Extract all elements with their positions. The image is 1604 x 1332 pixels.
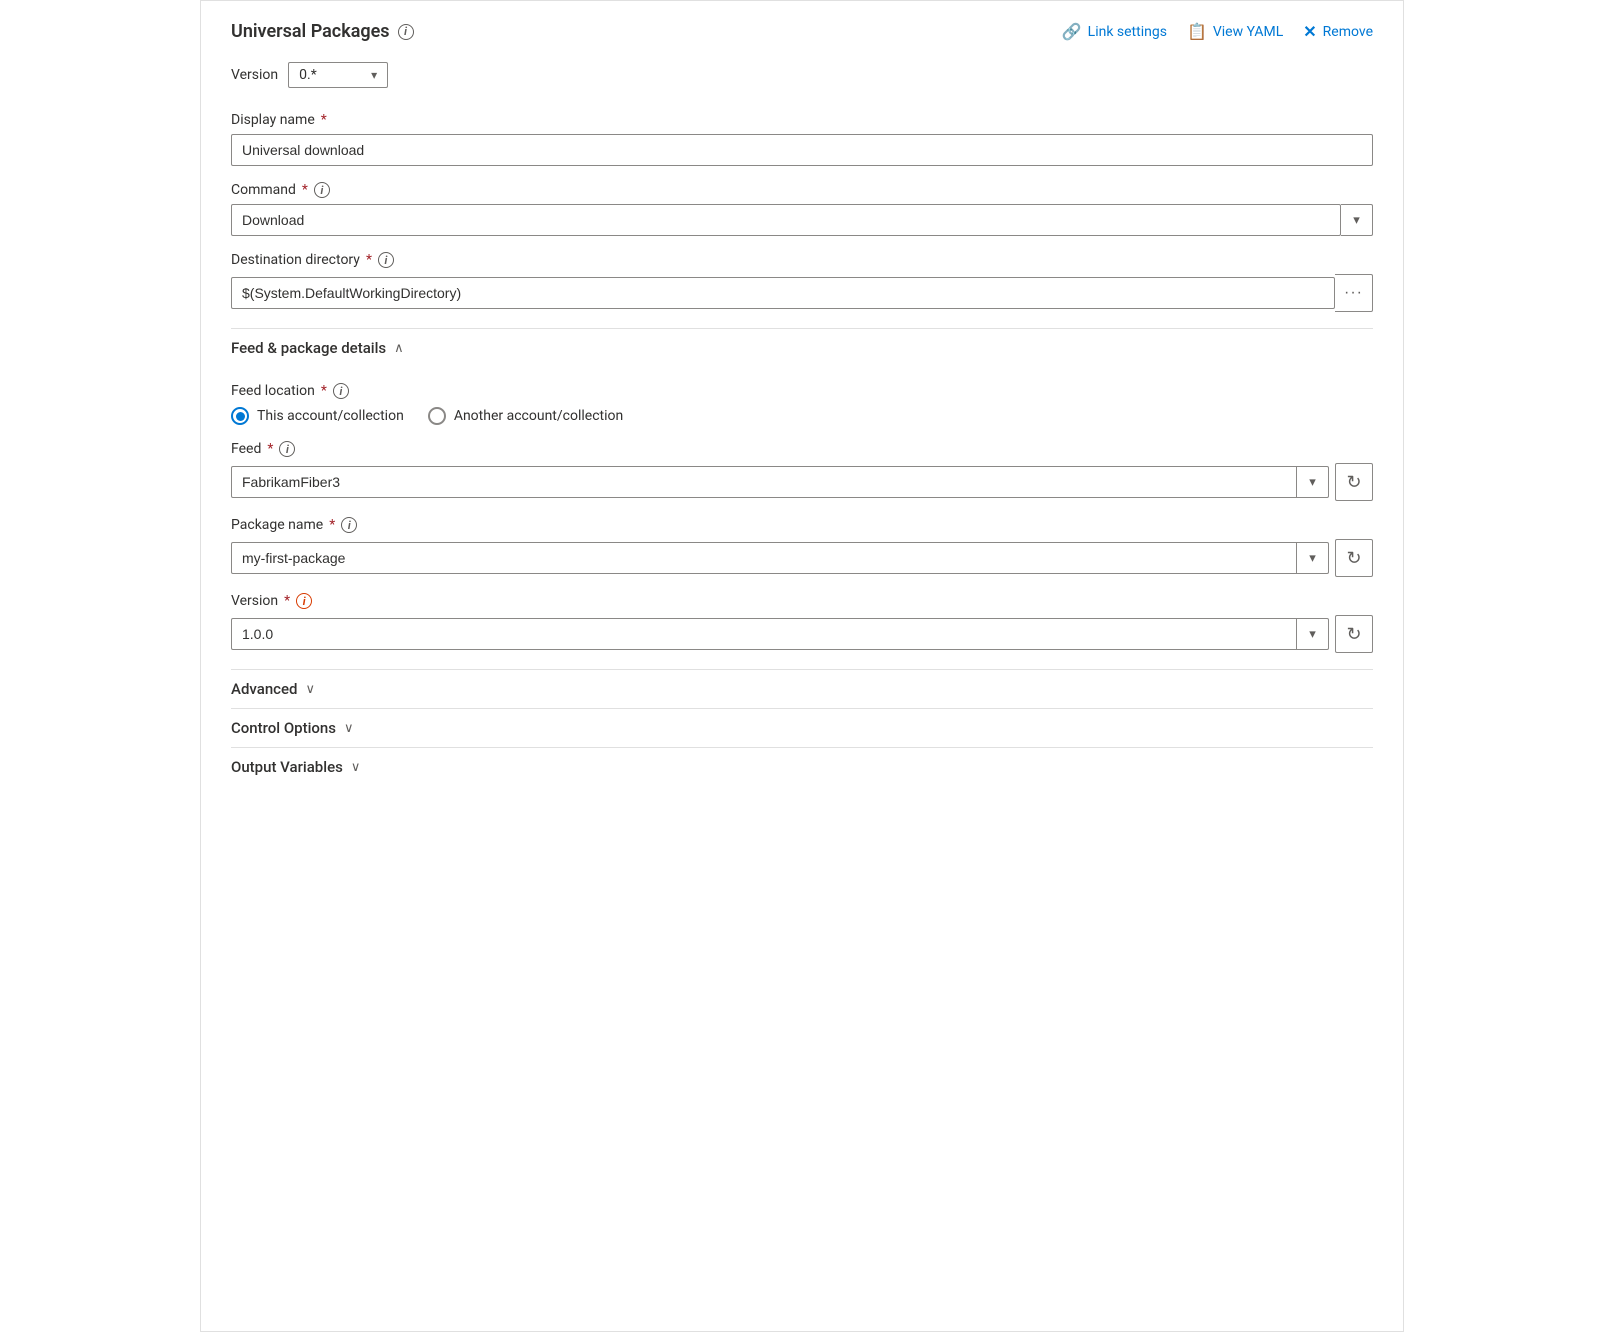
version-chevron-icon: ▾ [371, 68, 377, 82]
header-left: Universal Packages i [231, 21, 414, 42]
link-settings-label: Link settings [1088, 24, 1167, 40]
feed-refresh-button[interactable]: ↻ [1335, 463, 1373, 501]
package-name-select-wrapper: my-first-package ▾ [231, 542, 1329, 574]
remove-label: Remove [1323, 24, 1373, 40]
package-name-select[interactable]: my-first-package [231, 542, 1297, 574]
page-header: Universal Packages i 🔗 Link settings 📋 V… [231, 21, 1373, 42]
feed-location-label: Feed location [231, 383, 315, 399]
control-options-header[interactable]: Control Options ∨ [231, 708, 1373, 747]
output-variables-label: Output Variables [231, 758, 343, 776]
feed-location-radio-group: This account/collection Another account/… [231, 407, 1373, 425]
feed-location-this-account[interactable]: This account/collection [231, 407, 404, 425]
control-options-label: Control Options [231, 719, 336, 737]
feed-select[interactable]: FabrikamFiber3 [231, 466, 1297, 498]
advanced-label: Advanced [231, 680, 297, 698]
version-field-section: Version * i 1.0.0 ▾ ↻ [231, 593, 1373, 653]
version-field-refresh-button[interactable]: ↻ [1335, 615, 1373, 653]
package-name-select-row: my-first-package ▾ ↻ [231, 539, 1373, 577]
display-name-required: * [321, 112, 327, 128]
version-row-label: Version [231, 67, 278, 83]
command-chevron-icon: ▾ [1341, 204, 1373, 236]
feed-package-details-collapse-icon: ∧ [394, 341, 404, 356]
package-name-label-row: Package name * i [231, 517, 1373, 533]
output-variables-collapse-icon: ∨ [351, 760, 361, 775]
feed-select-wrapper: FabrikamFiber3 ▾ [231, 466, 1329, 498]
destination-directory-label: Destination directory [231, 252, 360, 268]
feed-label: Feed [231, 441, 261, 457]
title-info-icon[interactable]: i [398, 24, 414, 40]
version-select-value: 0.* [299, 67, 317, 83]
feed-package-details-header[interactable]: Feed & package details ∧ [231, 328, 1373, 367]
package-name-label: Package name [231, 517, 323, 533]
advanced-header[interactable]: Advanced ∨ [231, 669, 1373, 708]
command-select[interactable]: Download Publish [231, 204, 1341, 236]
remove-button[interactable]: ✕ Remove [1303, 22, 1373, 41]
link-settings-button[interactable]: 🔗 Link settings [1062, 22, 1167, 41]
feed-location-this-account-label: This account/collection [257, 408, 404, 424]
feed-location-info-icon[interactable]: i [333, 383, 349, 399]
advanced-collapse-icon: ∨ [305, 682, 315, 697]
display-name-section: Display name * [231, 112, 1373, 166]
feed-select-chevron-icon: ▾ [1297, 466, 1329, 498]
feed-location-another-account-label: Another account/collection [454, 408, 623, 424]
destination-directory-label-row: Destination directory * i [231, 252, 1373, 268]
destination-directory-section: Destination directory * i ··· [231, 252, 1373, 312]
feed-section: Feed * i FabrikamFiber3 ▾ ↻ [231, 441, 1373, 501]
yaml-icon: 📋 [1187, 22, 1207, 41]
feed-location-section: Feed location * i This account/collectio… [231, 383, 1373, 425]
destination-directory-info-icon[interactable]: i [378, 252, 394, 268]
display-name-label: Display name [231, 112, 315, 128]
feed-package-details-label: Feed & package details [231, 339, 386, 357]
destination-directory-browse-button[interactable]: ··· [1335, 274, 1373, 312]
output-variables-header[interactable]: Output Variables ∨ [231, 747, 1373, 786]
link-icon: 🔗 [1062, 22, 1082, 41]
feed-location-another-account-radio[interactable] [428, 407, 446, 425]
close-icon: ✕ [1303, 22, 1316, 41]
version-field-label: Version [231, 593, 278, 609]
package-name-refresh-button[interactable]: ↻ [1335, 539, 1373, 577]
destination-directory-wrapper: ··· [231, 274, 1373, 312]
view-yaml-label: View YAML [1213, 24, 1283, 40]
header-actions: 🔗 Link settings 📋 View YAML ✕ Remove [1062, 22, 1373, 41]
version-field-info-icon[interactable]: i [296, 593, 312, 609]
version-field-select[interactable]: 1.0.0 [231, 618, 1297, 650]
feed-location-this-account-radio[interactable] [231, 407, 249, 425]
package-name-section: Package name * i my-first-package ▾ ↻ [231, 517, 1373, 577]
version-field-chevron-icon: ▾ [1297, 618, 1329, 650]
destination-directory-input[interactable] [231, 277, 1335, 309]
command-label-row: Command * i [231, 182, 1373, 198]
package-name-required: * [329, 517, 335, 533]
control-options-collapse-icon: ∨ [344, 721, 354, 736]
command-required: * [302, 182, 308, 198]
feed-label-row: Feed * i [231, 441, 1373, 457]
page-title: Universal Packages [231, 21, 390, 42]
feed-location-another-account[interactable]: Another account/collection [428, 407, 623, 425]
display-name-label-row: Display name * [231, 112, 1373, 128]
command-label: Command [231, 182, 296, 198]
version-select[interactable]: 0.* ▾ [288, 62, 388, 88]
feed-required: * [267, 441, 273, 457]
version-row: Version 0.* ▾ [231, 62, 1373, 88]
feed-package-details-section: Feed & package details ∧ Feed location *… [231, 328, 1373, 653]
feed-location-required: * [321, 383, 327, 399]
version-field-required: * [284, 593, 290, 609]
version-field-select-row: 1.0.0 ▾ ↻ [231, 615, 1373, 653]
display-name-input[interactable] [231, 134, 1373, 166]
package-name-info-icon[interactable]: i [341, 517, 357, 533]
view-yaml-button[interactable]: 📋 View YAML [1187, 22, 1283, 41]
command-section: Command * i Download Publish ▾ [231, 182, 1373, 236]
command-info-icon[interactable]: i [314, 182, 330, 198]
feed-select-row: FabrikamFiber3 ▾ ↻ [231, 463, 1373, 501]
destination-directory-required: * [366, 252, 372, 268]
feed-info-icon[interactable]: i [279, 441, 295, 457]
package-name-chevron-icon: ▾ [1297, 542, 1329, 574]
command-select-wrapper: Download Publish ▾ [231, 204, 1373, 236]
version-field-select-wrapper: 1.0.0 ▾ [231, 618, 1329, 650]
version-field-label-row: Version * i [231, 593, 1373, 609]
feed-location-label-row: Feed location * i [231, 383, 1373, 399]
